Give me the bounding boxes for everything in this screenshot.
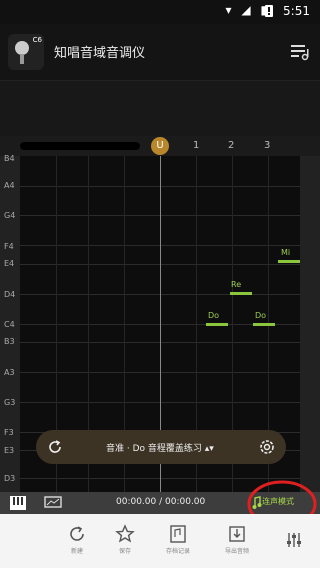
note-axis-label: D3 [4, 474, 16, 483]
exercise-selector-pill: 音准 · Do 音程覆盖练习 ▴▾ [36, 430, 286, 464]
note-axis-label: B4 [4, 154, 15, 163]
refresh-new-icon [70, 526, 84, 541]
status-time: 5:51 [283, 4, 310, 18]
beat-label: 1 [193, 140, 200, 151]
screen-display-icon[interactable] [44, 496, 62, 510]
note-bar[interactable] [278, 260, 300, 263]
playlist-menu-icon[interactable] [288, 40, 312, 64]
status-bar: ▾ ◢ ▮ 5:51 [0, 0, 320, 24]
nav-item-new[interactable]: 新建 [51, 514, 103, 568]
piano-keyboard-icon[interactable] [10, 496, 26, 510]
nav-item-export[interactable]: 导出音频 [211, 514, 263, 568]
dropdown-arrows-icon: ▴▾ [204, 444, 214, 454]
download-icon [229, 526, 245, 542]
note-axis-label: E3 [4, 446, 15, 455]
beat-label: 2 [228, 140, 235, 151]
note-bar[interactable] [230, 292, 252, 295]
playback-time: 00:00.00 / 00:00.00 [116, 497, 206, 507]
note-axis-label: A3 [4, 368, 15, 377]
note-axis-label: F4 [4, 242, 14, 251]
logo-note-label: C6 [32, 36, 42, 44]
note-bar[interactable] [206, 323, 228, 326]
note-axis-label: E4 [4, 259, 15, 268]
bottom-navigation: 新建 保存 存档记录 导出音频 [0, 514, 320, 568]
note-axis-label: G3 [4, 398, 16, 407]
note-axis-label: A4 [4, 181, 15, 190]
nav-label: 导出音频 [224, 548, 249, 555]
timeline-bar: U 1 2 3 [0, 136, 320, 156]
right-note-axis [300, 156, 320, 492]
app-logo: C6 [8, 34, 44, 70]
timeline-scrubber[interactable] [20, 142, 140, 150]
exercise-label: 音准 · Do 音程覆盖练习 [106, 444, 202, 454]
note-axis-label: B3 [4, 337, 15, 346]
note-axis-label: F3 [4, 428, 14, 437]
nav-item-save[interactable]: 保存 [99, 514, 151, 568]
note-bar-label: Do [208, 311, 220, 320]
nav-label: 新建 [70, 548, 83, 555]
note-bar[interactable] [253, 323, 275, 326]
staff-preview-area [0, 80, 320, 138]
note-axis-label: D4 [4, 290, 16, 299]
nav-label: 保存 [118, 548, 131, 555]
app-title: 知唱音域音调仪 [54, 46, 146, 61]
refresh-icon[interactable] [46, 438, 64, 456]
nav-label: 存档记录 [165, 548, 190, 555]
adjust-sliders-icon[interactable] [284, 530, 304, 550]
star-icon [115, 524, 135, 543]
app-bar: C6 知唱音域音调仪 [0, 24, 320, 80]
note-axis-label: G4 [4, 211, 16, 220]
nav-item-archive[interactable]: 存档记录 [152, 514, 204, 568]
alert-badge-icon [265, 5, 273, 17]
note-bar-label: Do [255, 311, 267, 320]
note-axis-label: C4 [4, 320, 15, 329]
note-bar-label: Mi [281, 248, 291, 257]
note-bar-label: Re [231, 280, 242, 289]
beat-label: 3 [264, 140, 271, 151]
exercise-dropdown[interactable]: 音准 · Do 音程覆盖练习 ▴▾ [106, 441, 214, 454]
archive-record-icon [170, 525, 186, 543]
settings-gear-icon[interactable] [257, 437, 277, 457]
timeline-start-marker[interactable]: U [151, 137, 169, 155]
